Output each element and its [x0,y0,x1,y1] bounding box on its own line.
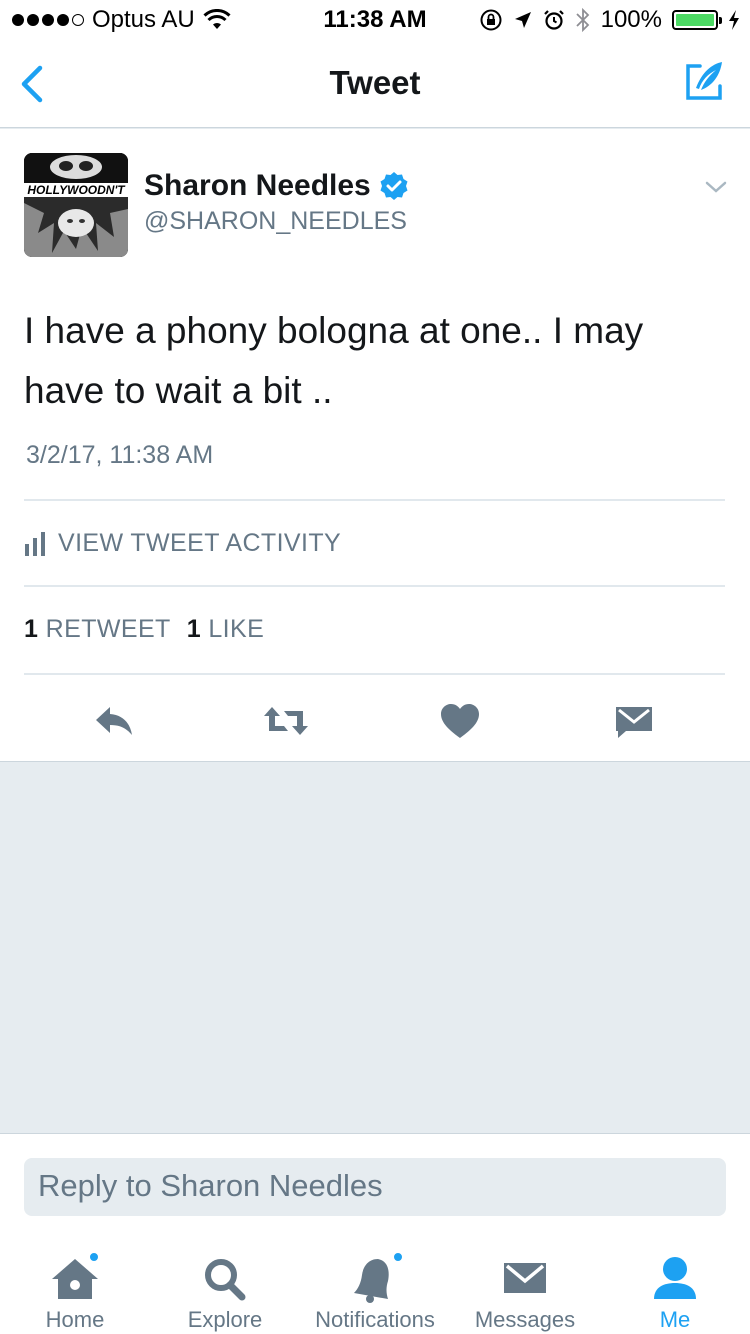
charging-bolt-icon [729,10,739,30]
tab-label: Notifications [315,1307,435,1332]
view-tweet-activity-link[interactable]: VIEW TWEET ACTIVITY [24,529,341,558]
notifications-badge-dot [392,1251,404,1263]
tab-home[interactable]: Home [0,1243,150,1333]
divider [24,499,725,501]
status-bar: Optus AU 11:38 AM 100% [0,0,750,40]
divider [24,585,725,587]
tweet-detail: HOLLYWOODN'T Sharon Needles @SHARON_NEED… [0,129,750,762]
rotation-lock-icon [480,9,502,31]
bluetooth-icon [575,7,589,33]
tweet-actions [0,689,750,749]
chevron-down-icon[interactable] [704,177,728,197]
reply-bar: Reply to Sharon Needles [0,1133,750,1233]
tab-notifications[interactable]: Notifications [300,1243,450,1333]
navigation-bar: Tweet [0,40,750,128]
location-icon [514,12,531,28]
bar-chart-icon [25,531,45,556]
author-handle[interactable]: @SHARON_NEEDLES [144,207,407,236]
tab-bar: Home Explore Notifications Messages Me [0,1233,750,1334]
person-icon [654,1257,696,1299]
tab-label: Messages [474,1307,576,1332]
battery-percent: 100% [600,6,662,33]
direct-message-icon[interactable] [612,701,656,741]
compose-tweet-icon[interactable] [682,58,728,104]
author-name[interactable]: Sharon Needles [144,169,371,203]
like-stat-label: LIKE [208,615,265,643]
like-stat[interactable]: 1 LIKE [187,615,264,644]
reply-input[interactable]: Reply to Sharon Needles [24,1158,726,1216]
tab-label: Me [659,1307,691,1332]
like-count: 1 [186,615,202,643]
home-notification-dot [88,1251,100,1263]
tweet-timestamp: 3/2/17, 11:38 AM [26,441,214,469]
tab-label: Explore [187,1307,263,1332]
retweet-count: 1 [24,615,39,643]
search-icon [205,1259,246,1301]
reply-icon[interactable] [92,701,136,741]
tab-label: Home [45,1307,105,1332]
page-title: Tweet [329,64,421,101]
verified-badge-icon [380,172,408,200]
battery-icon [672,10,722,30]
tab-messages[interactable]: Messages [450,1243,600,1333]
view-tweet-activity-label[interactable]: VIEW TWEET ACTIVITY [58,529,341,558]
retweet-stat[interactable]: 1 RETWEET [24,615,171,644]
tab-me[interactable]: Me [600,1243,750,1333]
envelope-icon [504,1263,546,1293]
avatar-logo-text: HOLLYWOODN'T [27,183,126,197]
avatar[interactable]: HOLLYWOODN'T [24,153,128,257]
engagement-stats: 1 RETWEET 1 LIKE [24,615,264,644]
author-name-row[interactable]: Sharon Needles [144,169,409,203]
tab-explore[interactable]: Explore [150,1243,300,1333]
like-heart-icon[interactable] [438,701,482,741]
tweet-text: I have a phony bologna at one.. I may ha… [24,310,644,411]
retweet-icon[interactable] [262,701,310,741]
alarm-icon [543,10,564,30]
retweet-stat-label: RETWEET [45,615,171,643]
status-right-group: 100% [479,6,740,34]
divider [24,673,725,675]
